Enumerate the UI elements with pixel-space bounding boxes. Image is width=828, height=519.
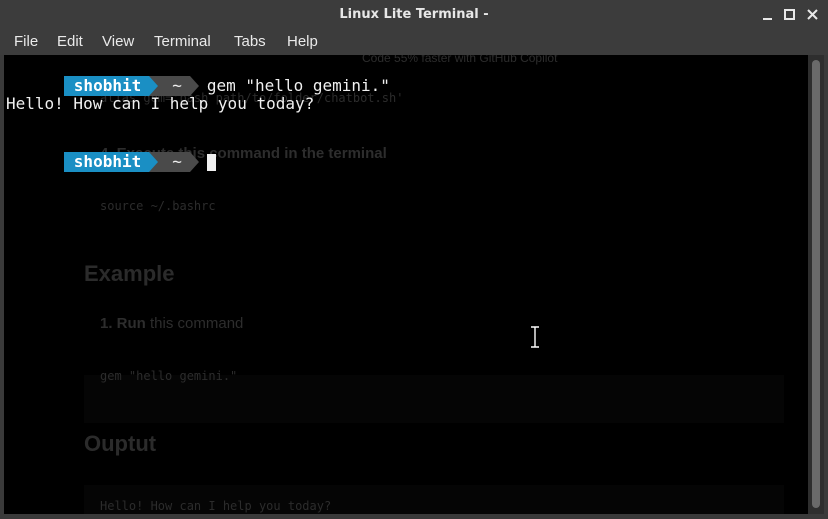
vertical-scrollbar[interactable] — [808, 55, 824, 514]
prompt-dir: ~ — [158, 76, 190, 96]
ghost-output-text: Hello! How can I help you today? — [100, 499, 332, 513]
menu-edit[interactable]: Edit — [57, 33, 83, 50]
ghost-copilot-banner: Code 55% faster with GitHub Copilot — [362, 55, 558, 65]
ghost-output-heading: Ouptut — [84, 431, 157, 456]
ibeam-cursor-icon — [531, 326, 539, 348]
command-text: gem "hello gemini." — [206, 76, 390, 95]
ghost-source-cmd: source ~/.bashrc — [100, 199, 216, 213]
prompt-user: shobhit — [63, 152, 150, 172]
prompt-line-1: shobhit ~ gem "hello gemini." — [6, 56, 390, 96]
window-title: Linux Lite Terminal - — [339, 7, 489, 22]
close-icon[interactable] — [803, 5, 823, 25]
menu-terminal[interactable]: Terminal — [154, 33, 211, 50]
menu-help[interactable]: Help — [287, 33, 318, 50]
ghost-step1-text: this command — [145, 315, 244, 332]
title-bar[interactable]: Linux Lite Terminal - — [0, 0, 828, 31]
ghost-example-heading: Example — [84, 261, 175, 286]
maximize-icon[interactable] — [780, 5, 800, 25]
ghost-step1-number: 1. Run — [100, 315, 146, 332]
minimize-icon[interactable] — [758, 5, 778, 25]
prompt-line-2: shobhit ~ — [6, 132, 216, 172]
output-line: Hello! How can I help you today? — [6, 94, 315, 113]
prompt-end-arrow — [189, 76, 199, 96]
prompt-end-arrow — [189, 152, 199, 172]
menu-file[interactable]: File — [14, 33, 38, 50]
prompt-user: shobhit — [63, 76, 150, 96]
menu-bar: File Edit View Terminal Tabs Help — [0, 31, 828, 55]
terminal-window: Linux Lite Terminal - File Edit View Ter… — [0, 0, 828, 519]
prompt-separator-arrow — [149, 76, 159, 96]
ghost-example-cmd: gem "hello gemini." — [100, 369, 238, 383]
text-cursor — [206, 154, 216, 171]
prompt-dir: ~ — [158, 152, 190, 172]
terminal-output-area[interactable]: Code 55% faster with GitHub Copilot alia… — [4, 55, 808, 514]
menu-view[interactable]: View — [102, 33, 134, 50]
ghost-step1: 1. Run this command — [100, 315, 243, 332]
scrollbar-thumb[interactable] — [812, 60, 820, 508]
prompt-separator-arrow — [149, 152, 159, 172]
menu-tabs[interactable]: Tabs — [234, 33, 266, 50]
